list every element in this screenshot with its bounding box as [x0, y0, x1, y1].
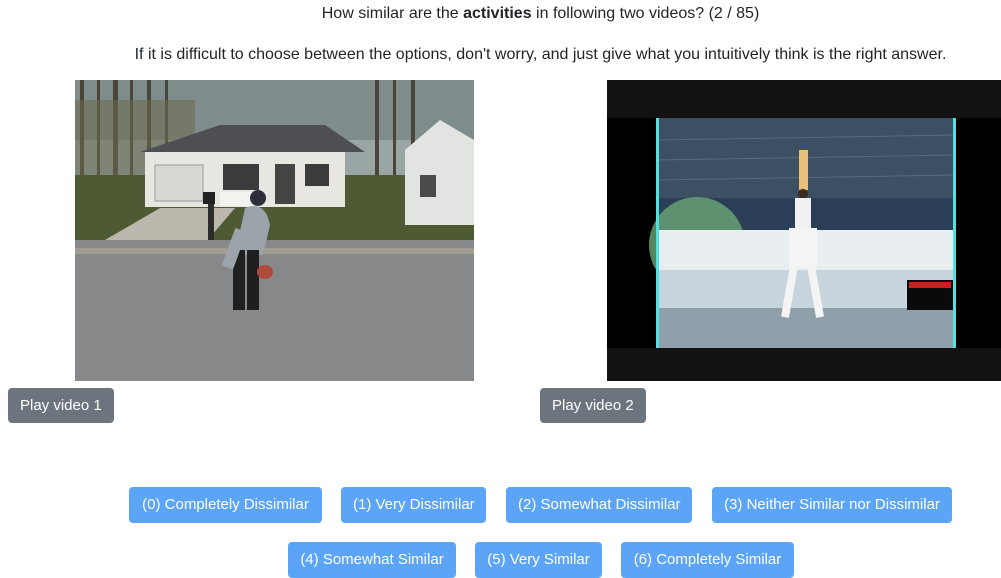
rating-option-5-button[interactable]: (5) Very Similar [475, 542, 602, 578]
video-2-frame[interactable] [607, 80, 1001, 381]
rating-option-2-button[interactable]: (2) Somewhat Dissimilar [506, 487, 692, 523]
question-prefix: How similar are the [321, 5, 464, 22]
video-1-thumbnail [75, 80, 474, 381]
rating-option-3-button[interactable]: (3) Neither Similar nor Dissimilar [712, 487, 952, 523]
question-suffix: in following two videos? (2 / 85) [531, 5, 760, 22]
question-title: How similar are the activities in follow… [0, 5, 1001, 23]
instruction-hint: If it is difficult to choose between the… [134, 46, 947, 63]
rating-option-0-button[interactable]: (0) Completely Dissimilar [129, 487, 322, 523]
play-video-1-button[interactable]: Play video 1 [8, 388, 114, 423]
video-1-frame[interactable] [75, 80, 474, 381]
rating-option-1-button[interactable]: (1) Very Dissimilar [341, 487, 486, 523]
rating-option-6-button[interactable]: (6) Completely Similar [621, 542, 794, 578]
question-emphasis: activities [463, 5, 532, 22]
rating-option-4-button[interactable]: (4) Somewhat Similar [288, 542, 456, 578]
play-video-2-button[interactable]: Play video 2 [540, 388, 646, 423]
video-2-thumbnail [607, 80, 1001, 381]
